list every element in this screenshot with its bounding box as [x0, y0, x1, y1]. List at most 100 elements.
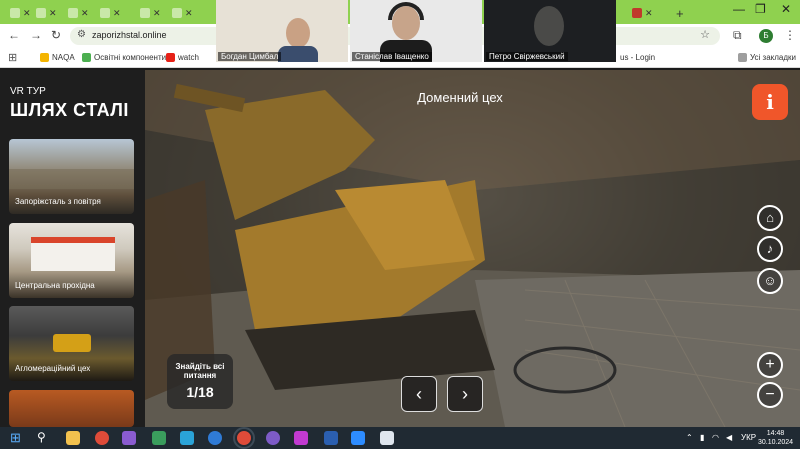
browser-tab[interactable]: ✕ — [172, 4, 193, 22]
participant-name: Богдан Цимбал — [218, 52, 282, 61]
tab-close-icon[interactable]: ✕ — [153, 8, 161, 19]
panorama-viewer[interactable]: Доменний цех — [145, 70, 800, 427]
participant-body — [278, 46, 318, 62]
bookmark-osvitni[interactable]: Освітні компоненти — [82, 53, 166, 62]
window-close-icon[interactable]: ✕ — [781, 2, 791, 16]
clock-time: 14:48 — [766, 430, 785, 437]
windows-start-icon[interactable]: ⊞ — [10, 430, 21, 446]
zoom-in-button[interactable]: + — [757, 352, 783, 378]
bookmark-label: Освітні компоненти — [94, 53, 167, 62]
tab-close-icon[interactable]: ✕ — [645, 8, 653, 19]
location-card[interactable]: Агломераційний цех — [9, 306, 134, 381]
browser-tab[interactable]: ✕ — [68, 4, 89, 22]
telegram-icon[interactable] — [180, 431, 194, 445]
panorama-image — [145, 70, 800, 427]
bookmark-watch[interactable]: watch — [166, 53, 199, 62]
bookmark-label: watch — [178, 53, 199, 62]
bookmark-label: us - Login — [620, 53, 656, 62]
participant-tile[interactable]: Богдан Цимбал — [216, 0, 348, 62]
volume-icon[interactable]: ◀ — [726, 433, 732, 442]
app-icon[interactable] — [380, 431, 394, 445]
participant-name: Петро Свіржевський — [486, 52, 568, 61]
tab-close-icon[interactable]: ✕ — [185, 8, 193, 19]
zoom-icon[interactable] — [351, 431, 365, 445]
home-button[interactable]: ⌂ — [757, 205, 783, 231]
all-bookmarks[interactable]: Усі закладки — [738, 53, 796, 62]
language-indicator[interactable]: УКР — [741, 433, 756, 442]
participant-name: Станіслав Іващенко — [352, 52, 432, 61]
app-icon[interactable] — [152, 431, 166, 445]
clock[interactable]: 14:48 30.10.2024 — [758, 429, 793, 447]
tab-close-icon[interactable]: ✕ — [113, 8, 121, 19]
tab-favicon-icon — [68, 8, 78, 18]
location-card[interactable]: Центральна прохідна — [9, 223, 134, 298]
quiz-progress: 1/18 — [186, 384, 214, 400]
tab-favicon-icon — [172, 8, 182, 18]
apps-grid-icon[interactable]: ⊞ — [8, 51, 17, 64]
youtube-icon — [166, 53, 175, 62]
usb-icon[interactable]: ▮ — [700, 433, 704, 442]
profile-button[interactable]: ☺ — [757, 268, 783, 294]
minimize-icon[interactable]: — — [733, 2, 745, 16]
prev-scene-button[interactable]: ‹ — [401, 376, 437, 412]
chrome-active-icon[interactable] — [233, 427, 255, 449]
url-text: zaporizhstal.online — [92, 30, 167, 40]
site-info-icon[interactable]: ⚙ — [77, 29, 86, 40]
location-card[interactable]: Запоріжсталь з повітря — [9, 139, 134, 214]
browser-tab[interactable]: ✕ — [10, 4, 31, 22]
bookmark-login[interactable]: us - Login — [620, 53, 655, 62]
viber-icon[interactable] — [266, 431, 280, 445]
tray-chevron-icon[interactable]: ⌃ — [686, 433, 693, 442]
extensions-icon[interactable]: ⧉ — [733, 28, 742, 43]
sound-button[interactable]: ♪ — [757, 236, 783, 262]
card-thumbnail — [9, 169, 134, 189]
app-icon[interactable] — [122, 431, 136, 445]
app-icon[interactable] — [294, 431, 308, 445]
speaker-icon: ♪ — [766, 241, 774, 256]
tab-close-icon[interactable]: ✕ — [81, 8, 89, 19]
file-explorer-icon[interactable] — [66, 431, 80, 445]
browser-tab[interactable]: ✕ — [140, 4, 161, 22]
bookmark-favicon-icon — [82, 53, 91, 62]
bookmark-label: Усі закладки — [750, 53, 797, 62]
location-card[interactable] — [9, 390, 134, 427]
new-tab-button[interactable]: + — [676, 4, 684, 22]
profile-avatar[interactable]: Б — [759, 29, 773, 43]
video-call-strip: Богдан Цимбал Станіслав Іващенко Петро С… — [216, 0, 616, 62]
folder-icon — [738, 53, 747, 62]
headphones-icon — [388, 2, 424, 20]
tab-close-icon[interactable]: ✕ — [49, 8, 57, 19]
chrome-icon[interactable] — [95, 431, 109, 445]
browser-tab[interactable]: ✕ — [100, 4, 121, 22]
bookmark-star-icon[interactable]: ☆ — [700, 28, 710, 41]
card-thumbnail — [31, 237, 115, 271]
tab-favicon-icon — [100, 8, 110, 18]
scene-title: Доменний цех — [417, 90, 503, 105]
participant-tile[interactable]: Петро Свіржевський — [484, 0, 616, 62]
next-scene-button[interactable]: › — [447, 376, 483, 412]
word-icon[interactable] — [324, 431, 338, 445]
quiz-counter[interactable]: Знайдіть всі питання 1/18 — [167, 354, 233, 409]
card-thumbnail — [53, 334, 91, 352]
reload-icon[interactable]: ↻ — [51, 28, 61, 42]
browser-tab[interactable]: ✕ — [36, 4, 57, 22]
participant-face — [534, 6, 564, 46]
info-button[interactable]: i — [752, 84, 788, 120]
restore-icon[interactable]: ❐ — [755, 2, 766, 16]
zoom-out-button[interactable]: − — [757, 382, 783, 408]
tab-close-icon[interactable]: ✕ — [23, 8, 31, 19]
participant-tile[interactable]: Станіслав Іващенко — [350, 0, 482, 62]
participant-face — [286, 18, 310, 48]
forward-icon[interactable]: → — [30, 28, 42, 42]
wifi-icon[interactable]: ◠ — [712, 433, 719, 442]
quiz-label: Знайдіть всі питання — [175, 362, 225, 380]
user-icon: ☺ — [763, 273, 777, 288]
edge-icon[interactable] — [208, 431, 222, 445]
bookmark-naqa[interactable]: NAQA — [40, 53, 75, 62]
clock-date: 30.10.2024 — [758, 439, 794, 446]
tab-favicon-icon — [140, 8, 150, 18]
search-icon[interactable]: ⚲ — [37, 430, 46, 444]
browser-menu-icon[interactable]: ⋮ — [784, 28, 796, 42]
browser-tab[interactable]: ✕ — [632, 4, 653, 22]
back-icon[interactable]: ← — [8, 28, 20, 42]
